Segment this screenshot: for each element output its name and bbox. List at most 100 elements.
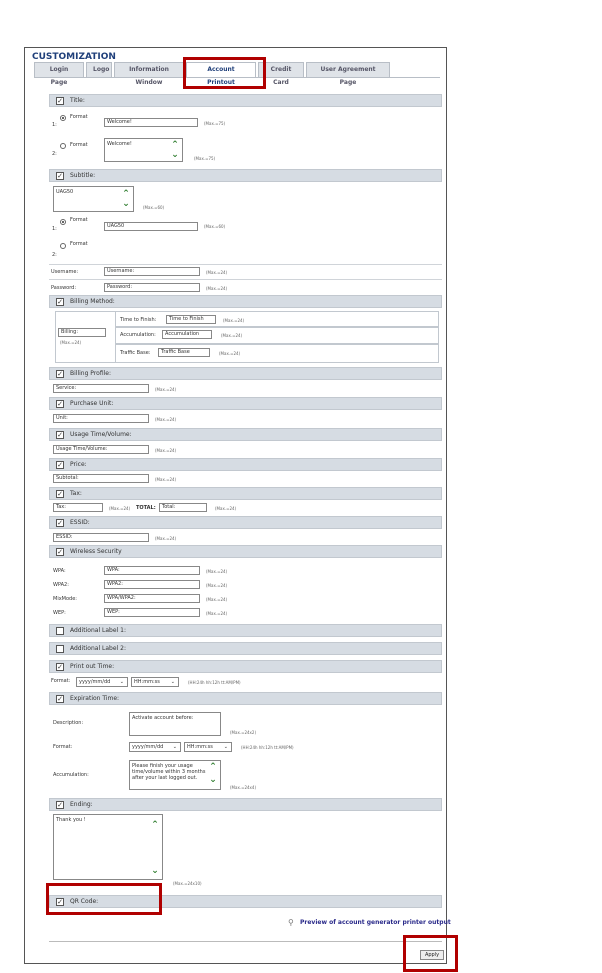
- purchase-unit-checkbox[interactable]: ✓: [56, 400, 64, 408]
- subtitle-checkbox[interactable]: ✓: [56, 172, 64, 180]
- password-max: (Max.=24): [206, 286, 228, 291]
- mixmode-input[interactable]: WPA/WPA2:: [104, 594, 200, 603]
- subtotal-input[interactable]: Subtotal:: [53, 474, 149, 483]
- print-time-checkbox[interactable]: ✓: [56, 663, 64, 671]
- wpa2-input[interactable]: WPA2:: [104, 580, 200, 589]
- expiration-description-text: Activate account before:: [132, 715, 194, 721]
- usage-input[interactable]: Usage Time/Volume:: [53, 445, 149, 454]
- usage-checkbox[interactable]: ✓: [56, 431, 64, 439]
- footer-divider: [49, 941, 442, 942]
- billing-method-checkbox[interactable]: ✓: [56, 298, 64, 306]
- divider: [49, 264, 442, 265]
- print-time-format-label: Format:: [51, 678, 71, 684]
- chevron-up-icon[interactable]: ⌃: [121, 190, 131, 199]
- password-input[interactable]: Password:: [104, 283, 200, 292]
- section-price-header: ✓ Price:: [49, 458, 442, 471]
- traffic-base-input[interactable]: Traffic Base: [158, 348, 210, 357]
- section-essid-header: ✓ ESSID:: [49, 516, 442, 529]
- print-date-format-select[interactable]: yyyy/mm/dd ⌄: [76, 677, 128, 687]
- section-wireless-header: ✓ Wireless Security: [49, 545, 442, 558]
- title-format2-max: (Max.=75): [194, 156, 216, 161]
- expiration-date-format-value: yyyy/mm/dd: [132, 744, 164, 750]
- essid-max: (Max.=24): [155, 536, 177, 541]
- wep-max: (Max.=24): [206, 611, 228, 616]
- expiration-accumulation-textarea[interactable]: Please finish your usage time/volume wit…: [129, 760, 221, 790]
- section-billing-profile-label: Billing Profile:: [70, 370, 111, 377]
- section-purchase-unit-label: Purchase Unit:: [70, 400, 114, 407]
- expiration-checkbox[interactable]: ✓: [56, 695, 64, 703]
- username-max: (Max.=24): [206, 270, 228, 275]
- additional-label-2-checkbox[interactable]: [56, 645, 64, 653]
- tax-input[interactable]: Tax:: [53, 503, 103, 512]
- wep-input[interactable]: WEP:: [104, 608, 200, 617]
- section-billing-method-label: Billing Method:: [70, 298, 115, 305]
- title-format2-radio[interactable]: [60, 143, 66, 149]
- section-additional-label-2-header: Additional Label 2:: [49, 642, 442, 655]
- print-time-format-select[interactable]: HH:mm:ss ⌄: [131, 677, 179, 687]
- subtitle-format2-index: 2:: [52, 252, 57, 258]
- tab-login-page[interactable]: Login Page: [34, 62, 84, 86]
- expiration-accumulation-label: Accumulation:: [53, 772, 89, 778]
- section-essid-label: ESSID:: [70, 519, 90, 526]
- unit-input[interactable]: Unit:: [53, 414, 149, 423]
- usage-max: (Max.=24): [155, 448, 177, 453]
- wpa-max: (Max.=24): [206, 569, 228, 574]
- essid-input[interactable]: ESSID:: [53, 533, 149, 542]
- time-to-finish-input[interactable]: Time to Finish: [166, 315, 216, 324]
- chevron-down-icon[interactable]: ⌄: [170, 151, 180, 160]
- preview-link[interactable]: Preview of account generator printer out…: [300, 919, 451, 926]
- tax-max: (Max.=24): [109, 506, 131, 511]
- accumulation-max: (Max.=24): [221, 333, 243, 338]
- additional-label-1-checkbox[interactable]: [56, 627, 64, 635]
- title-format2-index: 2:: [52, 151, 57, 157]
- subtitle-textarea-max: (Max.=60): [143, 205, 165, 210]
- chevron-down-icon: ⌄: [119, 679, 124, 685]
- traffic-base-label: Traffic Base:: [120, 350, 151, 356]
- price-checkbox[interactable]: ✓: [56, 461, 64, 469]
- title-format2-textarea[interactable]: Welcome! ⌃ ⌄: [104, 138, 183, 162]
- username-input[interactable]: Username:: [104, 267, 200, 276]
- tab-information-window[interactable]: Information Window: [114, 62, 184, 86]
- chevron-down-icon: ⌄: [172, 744, 177, 750]
- ending-checkbox[interactable]: ✓: [56, 801, 64, 809]
- section-ending-label: Ending:: [70, 801, 93, 808]
- apply-button[interactable]: Apply: [420, 950, 444, 960]
- title-format1-input[interactable]: Welcome!: [104, 118, 198, 127]
- title-checkbox[interactable]: ✓: [56, 97, 64, 105]
- tab-user-agreement-page[interactable]: User Agreement Page: [306, 62, 390, 86]
- chevron-up-icon[interactable]: ⌃: [170, 141, 180, 150]
- subtitle-format1-input[interactable]: UAG50: [104, 222, 198, 231]
- tab-logo[interactable]: Logo: [86, 62, 112, 77]
- title-format1-radio[interactable]: [60, 115, 66, 121]
- subtitle-format1-index: 1:: [52, 226, 57, 232]
- chevron-down-icon[interactable]: ⌄: [208, 776, 218, 785]
- wireless-checkbox[interactable]: ✓: [56, 548, 64, 556]
- expiration-description-textarea[interactable]: Activate account before:: [129, 712, 221, 736]
- section-subtitle-header: ✓ Subtitle:: [49, 169, 442, 182]
- subtitle-format2-radio[interactable]: [60, 243, 66, 249]
- section-tax-label: Tax:: [70, 490, 82, 497]
- section-title-header: ✓ Title:: [49, 94, 442, 107]
- billing-profile-checkbox[interactable]: ✓: [56, 370, 64, 378]
- wpa-input[interactable]: WPA:: [104, 566, 200, 575]
- total-input[interactable]: Total:: [159, 503, 207, 512]
- chevron-down-icon[interactable]: ⌄: [121, 200, 131, 209]
- chevron-up-icon[interactable]: ⌃: [150, 821, 160, 830]
- chevron-down-icon[interactable]: ⌄: [150, 867, 160, 876]
- tax-checkbox[interactable]: ✓: [56, 490, 64, 498]
- expiration-description-max: (Max.=24x2): [230, 730, 257, 735]
- expiration-time-format-select[interactable]: HH:mm:ss ⌄: [184, 742, 232, 752]
- title-format2-text: Welcome!: [107, 141, 132, 147]
- billing-input[interactable]: Billing:: [58, 328, 106, 337]
- chevron-up-icon[interactable]: ⌃: [208, 763, 218, 772]
- mixmode-label: MixMode:: [53, 596, 77, 602]
- service-input[interactable]: Service:: [53, 384, 149, 393]
- magnifier-icon: ⚲: [288, 918, 294, 927]
- expiration-date-format-select[interactable]: yyyy/mm/dd ⌄: [129, 742, 181, 752]
- subtitle-textarea[interactable]: UAG50 ⌃ ⌄: [53, 186, 134, 212]
- essid-checkbox[interactable]: ✓: [56, 519, 64, 527]
- accumulation-input[interactable]: Accumulation: [162, 330, 212, 339]
- ending-textarea[interactable]: Thank you ! ⌃ ⌄: [53, 814, 163, 880]
- page-title: CUSTOMIZATION: [32, 52, 116, 62]
- subtitle-format1-radio[interactable]: [60, 219, 66, 225]
